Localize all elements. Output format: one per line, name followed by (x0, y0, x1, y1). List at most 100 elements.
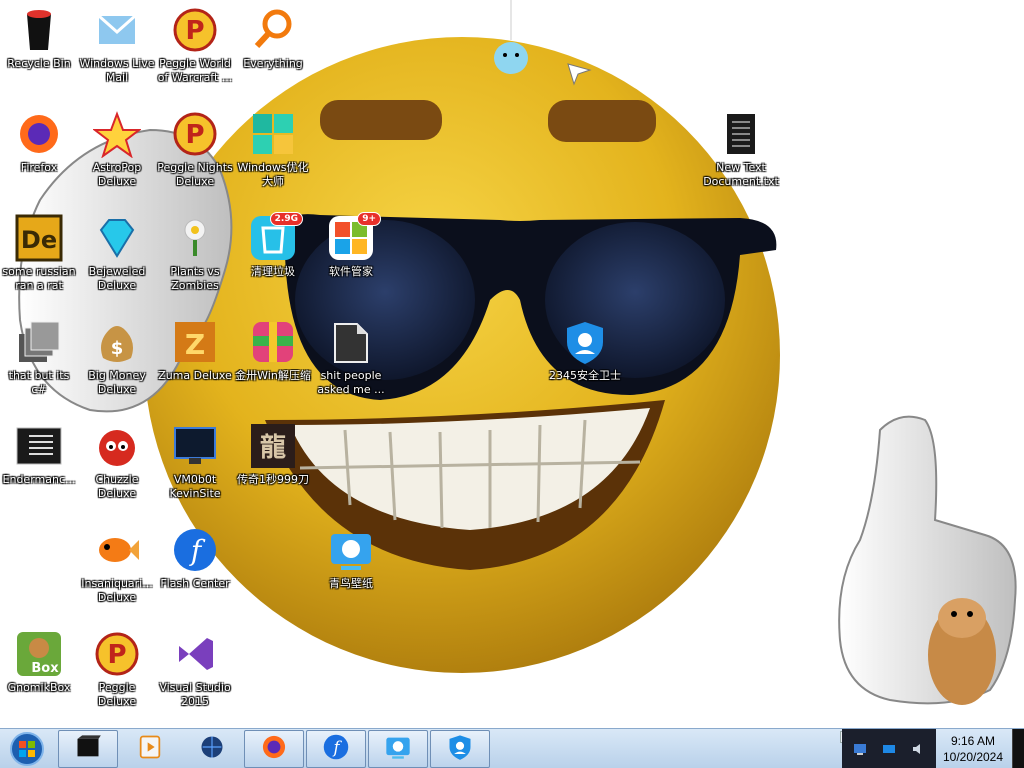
desktop-icon-label: VM0b0t KevinSite (169, 473, 221, 500)
start-button[interactable] (4, 731, 50, 767)
desktop-icon[interactable]: Box GnomikBox (0, 630, 78, 730)
desktop-icon[interactable]: Recycle Bin (0, 6, 78, 106)
desktop-icon[interactable]: New Text Document.txt (702, 110, 780, 210)
desktop-icon-label: Windows优化大师 (237, 161, 309, 188)
desktop-icon[interactable]: Plants vs Zombies (156, 214, 234, 314)
shield-icon (446, 733, 474, 765)
desktop-icon-label: Flash Center (160, 577, 230, 590)
media-player-icon (136, 733, 164, 765)
terminal-icon (15, 422, 63, 470)
chuzzle-icon (93, 422, 141, 470)
desktop-icon-label: Windows Live Mail (79, 57, 155, 84)
desktop-icon-label: Firefox (20, 161, 58, 174)
visual-studio-icon (171, 630, 219, 678)
bird-mascot (494, 42, 528, 74)
desktop-icon[interactable]: P Peggle Nights Deluxe (156, 110, 234, 210)
svg-text:P: P (107, 640, 126, 670)
desktop-icon-label: Insaniquari... Deluxe (81, 577, 153, 604)
taskbar-button-black-box[interactable] (58, 730, 118, 768)
desktop-icon-label: Visual Studio 2015 (159, 681, 231, 708)
desktop-icon-label: 金卅Win解压缩 (235, 369, 311, 382)
desktop-icon-label: AstroPop Deluxe (92, 161, 142, 188)
desktop-icon[interactable]: Visual Studio 2015 (156, 630, 234, 730)
mail-icon (93, 6, 141, 54)
shield-icon (561, 318, 609, 366)
taskbar-button-wallpaper-app[interactable] (368, 730, 428, 768)
desktop-icon-label: that but its c# (8, 369, 70, 396)
desktop-icon[interactable]: VM0b0t KevinSite (156, 422, 234, 522)
desktop-icon-label: 青鸟壁纸 (329, 577, 373, 590)
desktop-icon[interactable]: 金卅Win解压缩 (234, 318, 312, 418)
flower-icon (171, 214, 219, 262)
desktop-icon-label: Recycle Bin (7, 57, 71, 70)
desktop-icon[interactable]: Windows Live Mail (78, 6, 156, 106)
desktop-icon-label: Chuzzle Deluxe (95, 473, 139, 500)
desktop-icon[interactable]: $ Big Money Deluxe (78, 318, 156, 418)
volume-icon[interactable] (910, 741, 926, 757)
dragon-icon: 龍 (249, 422, 297, 470)
desktop-icon[interactable]: 9+ 软件管家 (312, 212, 390, 314)
desktop-icon[interactable]: P Peggle Deluxe (78, 630, 156, 730)
desktop-icon[interactable]: 2.9G 清理垃圾 (234, 212, 312, 314)
money-bag-icon: $ (93, 318, 141, 366)
trash-cleaner-icon: 2.9G (249, 212, 303, 262)
desktop-icon[interactable]: Firefox (0, 110, 78, 210)
stack-icon (15, 318, 63, 366)
svg-text:De: De (21, 226, 57, 254)
globe-icon (198, 733, 226, 765)
notification-badge: 9+ (357, 212, 381, 226)
fish-icon (93, 526, 141, 574)
desktop-icon[interactable]: 龍传奇1秒999刀 (234, 422, 312, 522)
svg-text:Box: Box (31, 661, 59, 676)
desktop-icon[interactable]: Windows优化大师 (234, 110, 312, 210)
svg-text:$: $ (111, 338, 124, 359)
taskbar-button-shield[interactable] (430, 730, 490, 768)
system-tray (842, 729, 936, 768)
svg-text:P: P (185, 16, 204, 46)
show-desktop-button[interactable] (1012, 729, 1024, 768)
desktop-icon-label: Endermanc... (2, 473, 76, 486)
desktop-icon-label: 软件管家 (329, 265, 373, 278)
gnomikbox-icon: Box (15, 630, 63, 678)
desktop-icon[interactable]: Z Zuma Deluxe (156, 318, 234, 418)
firefox-icon (260, 733, 288, 765)
desktop-icon-label: Big Money Deluxe (88, 369, 146, 396)
svg-text:龍: 龍 (260, 432, 286, 463)
windows-orb-icon (10, 732, 44, 766)
peggle-icon: P (171, 110, 219, 158)
desktop-icon[interactable]: that but its c# (0, 318, 78, 418)
clock-date: 10/20/2024 (942, 750, 1004, 764)
desktop-icon-label: 2345安全卫士 (549, 369, 621, 382)
taskbar-button-flash[interactable]: f (306, 730, 366, 768)
desktop-icon-label: Zuma Deluxe (158, 369, 232, 382)
desktop-icon[interactable]: shit people asked me ... (312, 318, 390, 418)
desktop-icon-label: Peggle Deluxe (97, 681, 137, 708)
monitor-tray-icon[interactable] (881, 741, 897, 757)
desktop-icon[interactable]: Bejeweled Deluxe (78, 214, 156, 314)
desktop-icon-label: some russian ran a rat (2, 265, 76, 292)
folder-icon (327, 318, 375, 366)
archive-icon (249, 318, 297, 366)
search-icon (249, 6, 297, 54)
desktop-icon[interactable]: Chuzzle Deluxe (78, 422, 156, 522)
desktop-icon-label: 清理垃圾 (251, 265, 295, 278)
taskbar-button-globe[interactable] (182, 730, 242, 768)
desktop-icon[interactable]: AstroPop Deluxe (78, 110, 156, 210)
desktop-icon[interactable]: De some russian ran a rat (0, 214, 78, 314)
taskbar-button-media-player[interactable] (120, 730, 180, 768)
desktop-icon[interactable]: 青鸟壁纸 (312, 526, 390, 626)
network-icon[interactable] (852, 741, 868, 757)
desktop-icon[interactable]: Insaniquari... Deluxe (78, 526, 156, 626)
taskbar-button-firefox[interactable] (244, 730, 304, 768)
desktop-icon[interactable]: Everything (234, 6, 312, 106)
desktop-icon[interactable]: 2345安全卫士 (546, 318, 624, 418)
taskbar-clock[interactable]: 9:16 AM 10/20/2024 (936, 729, 1010, 768)
svg-text:P: P (185, 120, 204, 150)
desktop-icon-label: New Text Document.txt (703, 161, 779, 188)
peggle-icon: P (93, 630, 141, 678)
desktop-icon[interactable]: P Peggle World of Warcraft ... (156, 6, 234, 106)
recycle-bin-icon (15, 6, 63, 54)
desktop-icon[interactable]: f Flash Center (156, 526, 234, 626)
desktop-icon[interactable]: Endermanc... (0, 422, 78, 522)
gem-icon (93, 214, 141, 262)
